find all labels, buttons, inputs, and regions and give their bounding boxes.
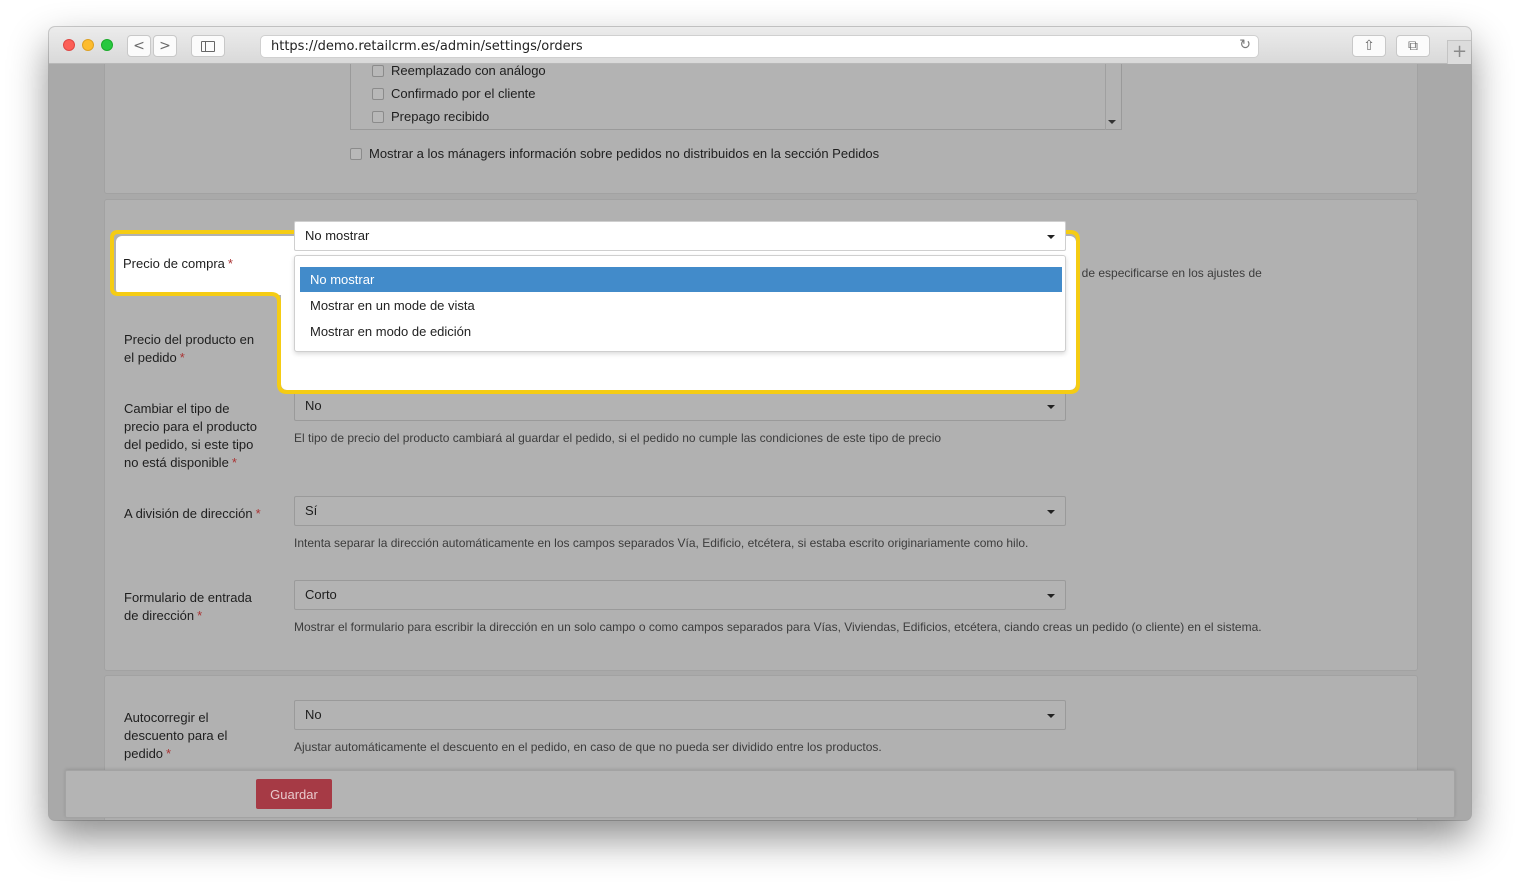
status-item-label: Reemplazado con análogo bbox=[391, 64, 546, 78]
sidebar-icon bbox=[201, 41, 215, 52]
chevron-left-icon: < bbox=[133, 38, 145, 54]
maximize-window-button[interactable] bbox=[101, 39, 113, 51]
share-icon: ⇧ bbox=[1363, 38, 1375, 54]
caret-down-icon bbox=[1047, 235, 1055, 239]
required-asterisk: * bbox=[231, 455, 237, 470]
address-form-select[interactable]: Corto bbox=[294, 580, 1066, 610]
status-item-label: Prepago recibido bbox=[391, 109, 490, 124]
dropdown-option[interactable]: Mostrar en un mode de vista bbox=[300, 293, 1062, 318]
share-button[interactable]: ⇧ bbox=[1352, 35, 1386, 57]
select-value: No mostrar bbox=[305, 228, 370, 243]
address-form-label: Formulario de entrada de dirección * bbox=[124, 590, 252, 623]
required-asterisk: * bbox=[227, 256, 233, 271]
browser-toolbar: < > https://demo.retailcrm.es/admin/sett… bbox=[49, 27, 1471, 64]
dropdown-option[interactable]: No mostrar bbox=[300, 267, 1062, 292]
autocorrect-discount-help: Ajustar automáticamente el descuento en … bbox=[294, 740, 882, 754]
purchase-price-select[interactable]: No mostrar bbox=[294, 221, 1066, 251]
caret-down-icon bbox=[1047, 510, 1055, 514]
plus-icon: + bbox=[1451, 41, 1468, 62]
status-checkbox[interactable] bbox=[372, 65, 384, 77]
status-checkbox[interactable] bbox=[372, 111, 384, 123]
address-bar[interactable]: https://demo.retailcrm.es/admin/settings… bbox=[260, 35, 1259, 58]
manager-info-label: Mostrar a los mánagers información sobre… bbox=[369, 146, 880, 161]
tabs-icon: ⧉ bbox=[1408, 38, 1418, 54]
tabs-overview-button[interactable]: ⧉ bbox=[1396, 35, 1430, 57]
select-value: No bbox=[305, 398, 322, 413]
status-listbox[interactable]: Reemplazado con análogo Confirmado por e… bbox=[350, 64, 1122, 130]
autocorrect-discount-select[interactable]: No bbox=[294, 700, 1066, 730]
purchase-price-help: ue de especificarse en los ajustes de bbox=[1065, 266, 1262, 280]
select-value: Corto bbox=[305, 587, 337, 602]
url-text: https://demo.retailcrm.es/admin/settings… bbox=[271, 39, 583, 54]
reload-icon[interactable]: ↻ bbox=[1239, 37, 1251, 53]
change-price-type-help: El tipo de precio del producto cambiará … bbox=[294, 431, 942, 445]
purchase-price-dropdown-menu: No mostrar Mostrar en un mode de vista M… bbox=[294, 255, 1066, 352]
address-split-label: A división de dirección * bbox=[124, 506, 261, 521]
listbox-scrollbar[interactable] bbox=[1105, 64, 1121, 130]
caret-down-icon bbox=[1047, 714, 1055, 718]
caret-down-icon bbox=[1047, 594, 1055, 598]
required-asterisk: * bbox=[255, 506, 261, 521]
manager-info-checkbox[interactable] bbox=[350, 148, 362, 160]
statuses-panel: Reemplazado con análogo Confirmado por e… bbox=[104, 64, 1418, 194]
dropdown-option[interactable]: Mostrar en modo de edición bbox=[300, 319, 1062, 344]
sticky-footer: Guardar bbox=[65, 770, 1455, 818]
change-price-type-label: Cambiar el tipo de precio para el produc… bbox=[124, 401, 257, 470]
page-content: Reemplazado con análogo Confirmado por e… bbox=[49, 64, 1471, 820]
address-split-select[interactable]: Sí bbox=[294, 496, 1066, 526]
required-asterisk: * bbox=[197, 608, 203, 623]
purchase-price-label: Precio de compra * bbox=[123, 256, 233, 271]
caret-down-icon bbox=[1047, 405, 1055, 409]
autocorrect-discount-label: Autocorregir el descuento para el pedido… bbox=[124, 710, 228, 761]
status-checkbox[interactable] bbox=[372, 88, 384, 100]
back-button[interactable]: < bbox=[127, 35, 151, 57]
select-value: No bbox=[305, 707, 322, 722]
browser-window: < > https://demo.retailcrm.es/admin/sett… bbox=[49, 27, 1471, 820]
scroll-down-icon[interactable] bbox=[1108, 120, 1116, 124]
sidebar-toggle-button[interactable] bbox=[191, 35, 225, 57]
chevron-right-icon: > bbox=[159, 38, 171, 54]
select-value: Sí bbox=[305, 503, 318, 518]
required-asterisk: * bbox=[166, 746, 172, 761]
address-split-help: Intenta separar la dirección automáticam… bbox=[294, 536, 1029, 550]
new-tab-button[interactable]: + bbox=[1447, 40, 1471, 64]
forward-button[interactable]: > bbox=[153, 35, 177, 57]
status-item-label: Confirmado por el cliente bbox=[391, 86, 536, 101]
save-button[interactable]: Guardar bbox=[256, 779, 332, 809]
address-form-help: Mostrar el formulario para escribir la d… bbox=[294, 620, 1262, 634]
minimize-window-button[interactable] bbox=[82, 39, 94, 51]
close-window-button[interactable] bbox=[63, 39, 75, 51]
